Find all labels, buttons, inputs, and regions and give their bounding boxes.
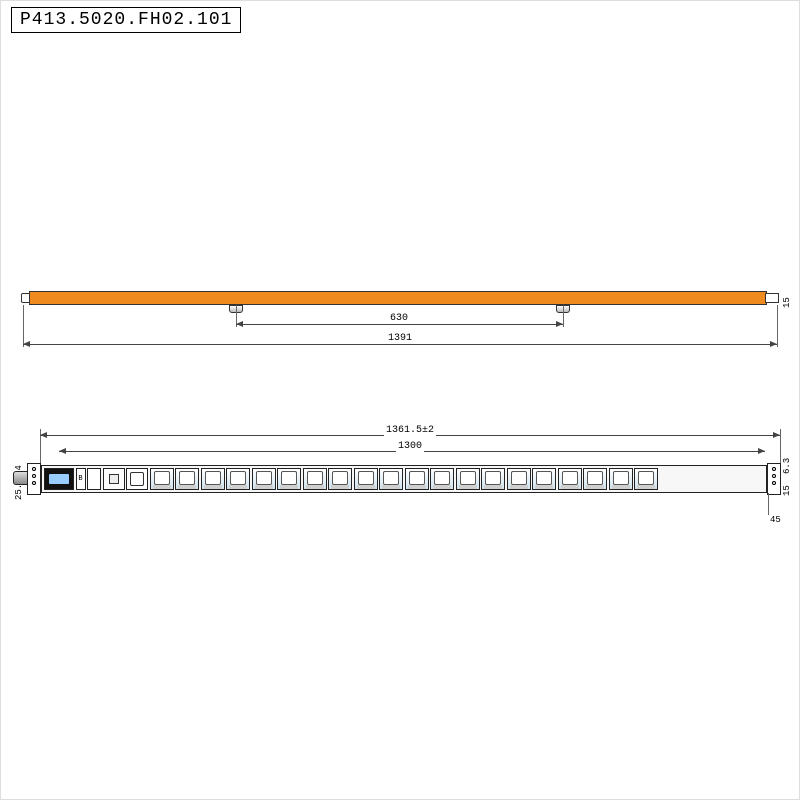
outlet-face-icon — [536, 471, 552, 485]
outlet — [583, 468, 607, 490]
outlet-face-icon — [332, 471, 348, 485]
mount-ear-left — [27, 463, 41, 495]
dim-arrow-630 — [236, 324, 563, 325]
outlet-face-icon — [638, 471, 654, 485]
outlet — [354, 468, 378, 490]
dim-tick — [768, 493, 769, 515]
outlet-number-strip — [510, 485, 528, 489]
dim-tick — [777, 305, 778, 347]
outlet — [481, 468, 505, 490]
outlet-face-icon — [205, 471, 221, 485]
mount-ear-right — [767, 463, 781, 495]
outlet-number-strip — [586, 485, 604, 489]
outlet-number-strip — [612, 485, 630, 489]
dim-label-1361.5: 1361.5±2 — [384, 425, 436, 436]
outlet — [634, 468, 658, 490]
dim-label-1300: 1300 — [396, 441, 424, 452]
outlet-number-strip — [153, 485, 171, 489]
mount-hole — [32, 474, 36, 478]
part-number: P413.5020.FH02.101 — [20, 10, 232, 30]
mount-hole — [772, 474, 776, 478]
dim-label-1391: 1391 — [386, 333, 414, 344]
dim-label-15r: 15 — [782, 485, 792, 496]
outlet-face-icon — [562, 471, 578, 485]
display-module — [44, 468, 74, 490]
outlet — [328, 468, 352, 490]
outlet-face-icon — [460, 471, 476, 485]
outlet-number-strip — [408, 485, 426, 489]
outlet-number-strip — [484, 485, 502, 489]
outlet-number-strip — [229, 485, 247, 489]
rj45-icon — [109, 474, 119, 484]
outlet-number-strip — [357, 485, 375, 489]
dim-label-6.3: 6.3 — [782, 458, 792, 474]
outlet-number-strip — [331, 485, 349, 489]
outlet-number-strip — [382, 485, 400, 489]
outlet-face-icon — [256, 471, 272, 485]
outlet-face-icon — [281, 471, 297, 485]
top-view: 630 1391 15 — [11, 291, 791, 381]
dim-tick — [563, 305, 564, 327]
outlet — [456, 468, 480, 490]
top-right-cap — [765, 293, 779, 303]
label-b: B — [78, 475, 82, 483]
outlet-number-strip — [204, 485, 222, 489]
button-module — [87, 468, 101, 490]
outlet — [609, 468, 633, 490]
outlet-number-strip — [433, 485, 451, 489]
outlet — [303, 468, 327, 490]
outlet-face-icon — [511, 471, 527, 485]
outlet — [379, 468, 403, 490]
outlet-number-strip — [280, 485, 298, 489]
outlet-number-strip — [535, 485, 553, 489]
inlet-module — [126, 468, 148, 490]
outlet-face-icon — [587, 471, 603, 485]
outlet — [252, 468, 276, 490]
outlet-face-icon — [307, 471, 323, 485]
outlet-face-icon — [230, 471, 246, 485]
dim-arrow-1391 — [23, 344, 777, 345]
part-number-box: P413.5020.FH02.101 — [11, 7, 241, 33]
outlet-face-icon — [409, 471, 425, 485]
mount-hole — [32, 481, 36, 485]
label-b-module: B — [76, 468, 86, 490]
outlet — [201, 468, 225, 490]
outlet-face-icon — [154, 471, 170, 485]
mount-hole — [772, 467, 776, 471]
mount-hole — [32, 467, 36, 471]
ethernet-module — [103, 468, 125, 490]
dim-label-630: 630 — [388, 313, 410, 324]
outlet — [558, 468, 582, 490]
outlet — [277, 468, 301, 490]
outlet — [150, 468, 174, 490]
outlet-face-icon — [358, 471, 374, 485]
outlet-number-strip — [561, 485, 579, 489]
dim-label-45: 45 — [768, 515, 783, 525]
outlet-face-icon — [434, 471, 450, 485]
outlet-number-strip — [178, 485, 196, 489]
outlet-face-icon — [485, 471, 501, 485]
outlet-number-strip — [459, 485, 477, 489]
outlet-number-strip — [637, 485, 655, 489]
outlet — [532, 468, 556, 490]
front-view-body: B — [41, 465, 767, 493]
front-view: 1361.5±2 1300 24 25.9 6.3 15 B 45 — [11, 429, 791, 529]
lcd-icon — [49, 474, 69, 484]
outlet — [226, 468, 250, 490]
outlet-number-strip — [306, 485, 324, 489]
outlet — [175, 468, 199, 490]
outlet — [405, 468, 429, 490]
outlet-number-strip — [255, 485, 273, 489]
outlet — [507, 468, 531, 490]
top-view-body — [29, 291, 767, 305]
outlet — [430, 468, 454, 490]
mount-hole — [772, 481, 776, 485]
dim-tick — [780, 429, 781, 465]
outlet-face-icon — [613, 471, 629, 485]
iec-inlet-icon — [130, 472, 144, 486]
dim-label-15: 15 — [782, 297, 792, 308]
outlet-face-icon — [179, 471, 195, 485]
outlet-face-icon — [383, 471, 399, 485]
